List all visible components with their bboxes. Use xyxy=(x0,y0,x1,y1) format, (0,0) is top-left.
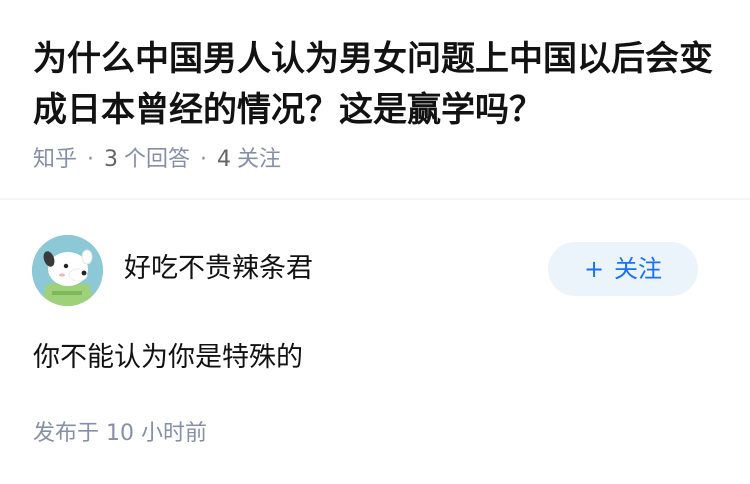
plus-icon: + xyxy=(583,255,605,283)
author-name[interactable]: 好吃不贵辣条君 xyxy=(124,251,313,287)
meta-separator: · xyxy=(200,147,208,172)
published-time: 发布于 10 小时前 xyxy=(33,419,207,449)
follow-count-value: 4 xyxy=(217,147,232,172)
follow-button-label: 关注 xyxy=(614,255,663,283)
published-time-value: 10 小时前 xyxy=(106,421,208,446)
answer-count[interactable]: 3 个回答 xyxy=(104,147,190,172)
answer-count-label: 个回答 xyxy=(124,147,191,172)
question-title[interactable]: 为什么中国男人认为男女问题上中国以后会变成日本曾经的情况？这是赢学吗？ xyxy=(33,34,723,136)
source-label[interactable]: 知乎 xyxy=(33,147,77,172)
cartoon-dog-avatar-icon xyxy=(32,235,103,306)
follow-count: 4 关注 xyxy=(217,147,281,172)
page: 为什么中国男人认为男女问题上中国以后会变成日本曾经的情况？这是赢学吗？ 知乎 · 3… xyxy=(0,0,750,484)
avatar[interactable] xyxy=(32,235,103,306)
meta-separator: · xyxy=(87,147,95,172)
answer-count-value: 3 xyxy=(104,147,119,172)
answer-content[interactable]: 你不能认为你是特殊的 xyxy=(33,339,303,377)
follow-button[interactable]: + 关注 xyxy=(548,242,698,296)
follow-count-label: 关注 xyxy=(237,147,282,172)
divider xyxy=(0,198,750,200)
question-meta: 知乎 · 3 个回答 · 4 关注 xyxy=(33,145,281,175)
published-label: 发布于 xyxy=(33,421,100,446)
